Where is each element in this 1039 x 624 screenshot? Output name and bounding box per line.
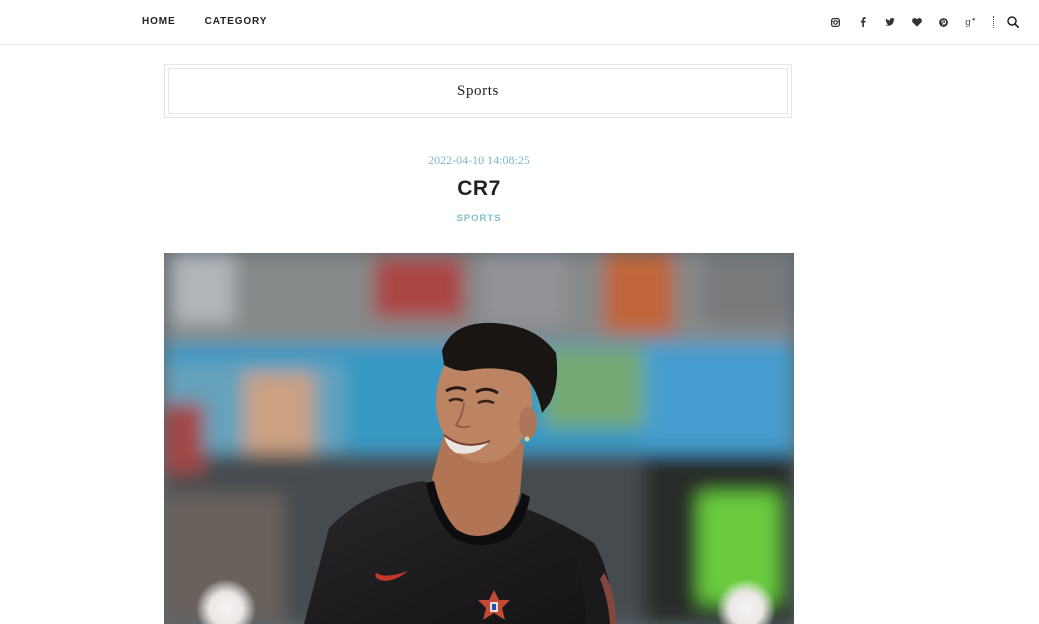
nav-item-home[interactable]: HOME — [142, 16, 176, 27]
instagram-icon[interactable] — [822, 14, 849, 30]
pinterest-icon[interactable] — [930, 14, 957, 30]
category-title: Sports — [457, 82, 499, 99]
top-navbar: HOME CATEGORY g — [0, 0, 1039, 45]
social-links: g — [822, 14, 1021, 30]
nav-item-category[interactable]: CATEGORY — [205, 16, 268, 27]
main-nav: HOME CATEGORY — [142, 16, 267, 27]
post-date: 2022-04-10 14:08:25 — [428, 153, 530, 167]
social-divider — [993, 16, 995, 28]
search-icon[interactable] — [1005, 14, 1021, 30]
facebook-icon[interactable] — [849, 14, 876, 30]
post-category-link[interactable]: SPORTS — [164, 213, 794, 224]
google-plus-icon[interactable]: g — [957, 14, 984, 30]
post-featured-image[interactable] — [164, 253, 794, 624]
svg-text:g: g — [965, 18, 971, 27]
post-title[interactable]: CR7 — [164, 177, 794, 201]
twitter-icon[interactable] — [876, 14, 903, 30]
heart-icon[interactable] — [903, 14, 930, 30]
category-header-box: Sports — [164, 64, 792, 118]
category-header-inner: Sports — [168, 68, 788, 114]
